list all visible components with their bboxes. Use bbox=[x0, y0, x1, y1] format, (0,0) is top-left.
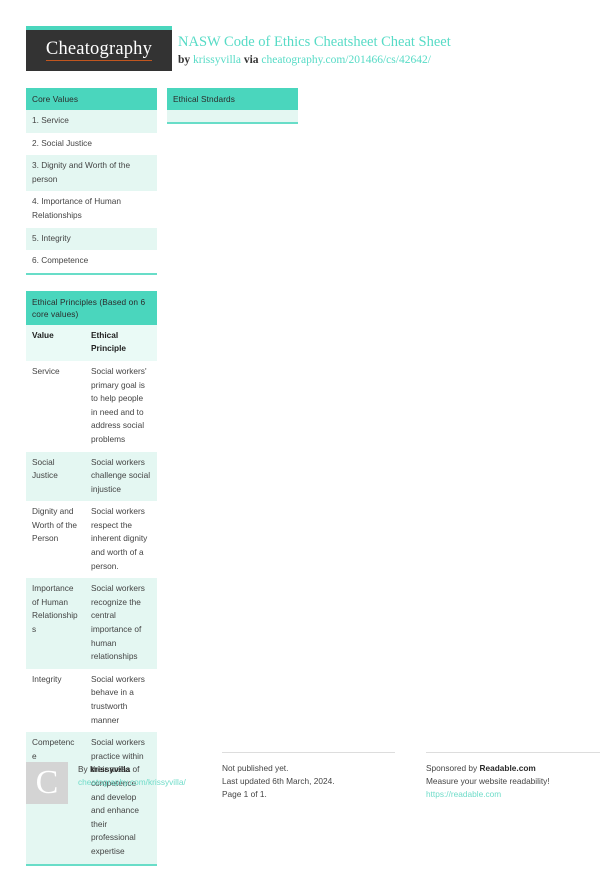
cheatsheet-page: Cheatography NASW Code of Ethics Cheatsh… bbox=[0, 0, 600, 866]
column-2: Ethical Stndards bbox=[167, 88, 298, 140]
table-row: Importance of Human Relationships Social… bbox=[26, 578, 157, 669]
avatar: C bbox=[26, 762, 68, 804]
principle-description: Social workers behave in a trustworth ma… bbox=[91, 673, 145, 725]
footer-author-url[interactable]: cheatography.com/krissyvilla/ bbox=[78, 776, 208, 789]
sponsor-name: Readable.com bbox=[479, 763, 536, 773]
column-header-value: Value bbox=[32, 329, 54, 340]
principle-value: Importance of Human Relationships bbox=[32, 583, 78, 635]
core-value-item: 6. Competence bbox=[32, 255, 89, 266]
principle-value: Dignity and Worth of the Person bbox=[32, 506, 78, 544]
byline-by-label: by bbox=[178, 54, 194, 66]
table-row bbox=[167, 110, 298, 122]
table-row: 4. Importance of Human Relationships bbox=[26, 191, 157, 228]
core-value-item: 5. Integrity bbox=[32, 232, 71, 243]
table-header-row: Value Ethical Principle bbox=[26, 324, 157, 361]
block-ethical-standards: Ethical Stndards bbox=[167, 88, 298, 124]
table-row: Social Justice Social workers challenge … bbox=[26, 451, 157, 502]
cheatography-logo[interactable]: Cheatography bbox=[26, 26, 172, 71]
block-title-ethical-standards: Ethical Stndards bbox=[167, 88, 298, 110]
table-row: 3. Dignity and Worth of the person bbox=[26, 155, 157, 192]
table-row: Integrity Social workers behave in a tru… bbox=[26, 668, 157, 733]
page-header: Cheatography NASW Code of Ethics Cheatsh… bbox=[26, 26, 574, 74]
footer-author-line: By krissyvilla bbox=[78, 763, 208, 776]
byline: by krissyvilla via cheatography.com/2014… bbox=[178, 53, 574, 68]
last-updated: Last updated 6th March, 2024. bbox=[222, 776, 335, 786]
page-title: NASW Code of Ethics Cheatsheet Cheat She… bbox=[178, 34, 451, 50]
byline-source-link[interactable]: cheatography.com/201466/cs/42642/ bbox=[261, 54, 430, 66]
block-core-values: Core Values 1. Service 2. Social Justice… bbox=[26, 88, 157, 275]
table-row: 6. Competence bbox=[26, 250, 157, 273]
header-title-block: NASW Code of Ethics Cheatsheet Cheat She… bbox=[178, 34, 574, 68]
principle-value: Integrity bbox=[32, 673, 62, 684]
sponsor-line: Sponsored by Readable.com bbox=[426, 762, 600, 775]
core-value-item: 3. Dignity and Worth of the person bbox=[32, 160, 131, 184]
core-value-item: 2. Social Justice bbox=[32, 137, 92, 148]
table-row: 5. Integrity bbox=[26, 227, 157, 251]
table-row: Dignity and Worth of the Person Social w… bbox=[26, 501, 157, 579]
page-number: Page 1 of 1. bbox=[222, 789, 267, 799]
byline-via-label: via bbox=[240, 54, 262, 66]
principle-description: Social workers recognize the central imp… bbox=[91, 583, 145, 662]
block-title-ethical-principles: Ethical Principles (Based on 6 core valu… bbox=[26, 290, 157, 325]
page-footer: C By krissyvilla cheatography.com/krissy… bbox=[26, 752, 600, 822]
table-row: Service Social workers' primary goal is … bbox=[26, 360, 157, 452]
footer-author-column: C By krissyvilla cheatography.com/krissy… bbox=[26, 752, 208, 814]
table-row: 1. Service bbox=[26, 110, 157, 133]
sponsor-tagline: Measure your website readability! bbox=[426, 776, 550, 786]
footer-author-name: krissyvilla bbox=[90, 764, 131, 774]
footer-publish-column: Not published yet. Last updated 6th Marc… bbox=[222, 752, 395, 814]
principle-description: Social workers respect the inherent dign… bbox=[91, 506, 148, 571]
byline-author-link[interactable]: krissyvilla bbox=[193, 54, 241, 66]
block-title-core-values: Core Values bbox=[26, 88, 157, 110]
sponsor-url[interactable]: https://readable.com bbox=[426, 788, 600, 801]
core-value-item: 4. Importance of Human Relationships bbox=[32, 196, 122, 220]
footer-by-label: By bbox=[78, 764, 90, 774]
principle-description: Social workers' primary goal is to help … bbox=[91, 365, 147, 444]
footer-author-text: By krissyvilla cheatography.com/krissyvi… bbox=[78, 763, 208, 789]
core-value-item: 1. Service bbox=[32, 115, 69, 125]
footer-sponsor-column: Sponsored by Readable.com Measure your w… bbox=[426, 752, 600, 814]
publish-status: Not published yet. bbox=[222, 763, 289, 773]
ethical-standard-item bbox=[167, 110, 298, 122]
cheatography-logo-text: Cheatography bbox=[45, 39, 153, 61]
principle-value: Social Justice bbox=[32, 456, 58, 481]
principle-value: Service bbox=[32, 365, 60, 376]
principle-description: Social workers challenge social injustic… bbox=[91, 456, 151, 494]
table-row: 2. Social Justice bbox=[26, 132, 157, 156]
sponsor-prefix: Sponsored by bbox=[426, 763, 480, 773]
column-header-principle: Ethical Principle bbox=[91, 329, 127, 354]
